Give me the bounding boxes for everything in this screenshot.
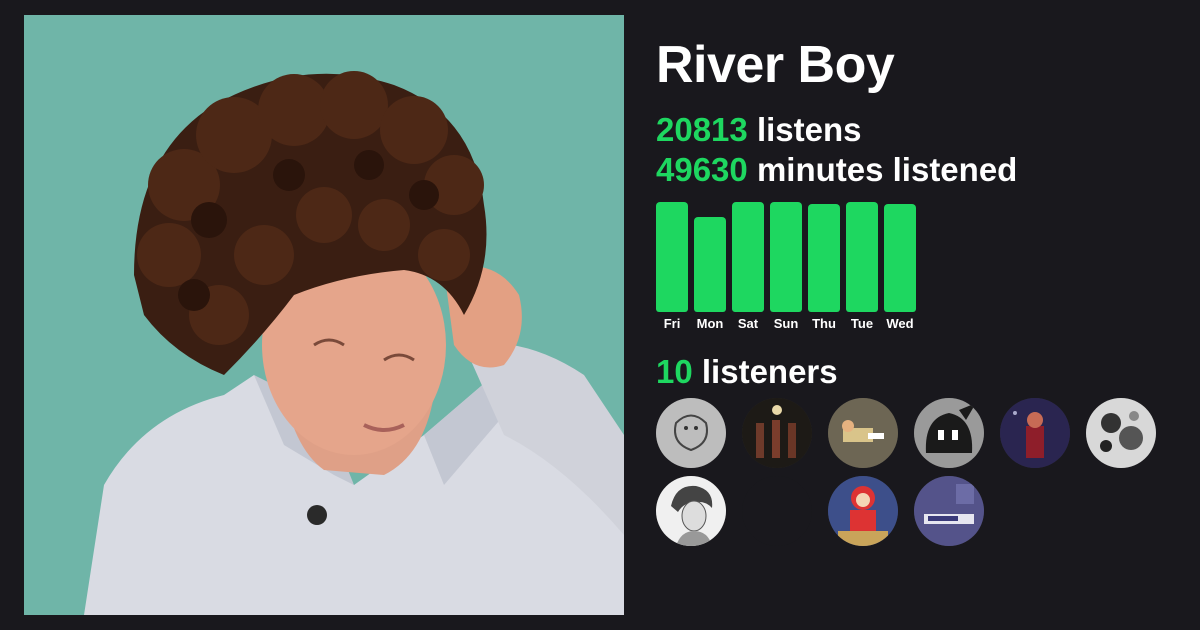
listener-avatar[interactable]	[914, 398, 984, 468]
chart-tick-label: Fri	[663, 316, 681, 331]
chart-bar	[732, 202, 764, 312]
chart-bar	[808, 204, 840, 312]
listens-stat: 20813 listens	[656, 110, 861, 150]
listener-avatar[interactable]	[656, 476, 726, 546]
listener-avatar[interactable]	[742, 476, 812, 546]
minutes-count: 49630	[656, 151, 748, 188]
listener-avatar[interactable]	[742, 398, 812, 468]
listener-avatar[interactable]	[1086, 398, 1156, 468]
listeners-label: listeners	[701, 353, 838, 390]
listeners-stat: 10 listeners	[656, 352, 838, 392]
chart-bar	[846, 202, 878, 312]
chart-tick-label: Sat	[737, 316, 759, 331]
listener-avatar[interactable]	[828, 476, 898, 546]
listener-avatar[interactable]	[828, 398, 898, 468]
minutes-stat: 49630 minutes listened	[656, 150, 1017, 190]
weekday-listens-chart: Fri Mon Sat Sun Thu Tue Wed	[656, 202, 918, 334]
listener-avatar[interactable]	[914, 476, 984, 546]
chart-tick-label: Wed	[886, 316, 914, 331]
minutes-label: minutes listened	[756, 151, 1018, 188]
chart-bar	[884, 204, 916, 312]
chart-bar	[694, 217, 726, 312]
listens-count: 20813	[656, 111, 748, 148]
chart-bar	[770, 202, 802, 312]
listener-avatar[interactable]	[656, 398, 726, 468]
chart-tick-label: Tue	[850, 316, 874, 331]
listener-avatars	[656, 398, 1176, 548]
artist-name: River Boy	[656, 36, 895, 94]
artist-photo	[24, 15, 624, 615]
chart-tick-label: Thu	[812, 316, 836, 331]
listeners-count: 10	[656, 353, 693, 390]
listener-avatar[interactable]	[1000, 398, 1070, 468]
chart-tick-label: Sun	[773, 316, 799, 331]
chart-tick-label: Mon	[696, 316, 724, 331]
chart-bar	[656, 202, 688, 312]
listens-label: listens	[756, 111, 862, 148]
